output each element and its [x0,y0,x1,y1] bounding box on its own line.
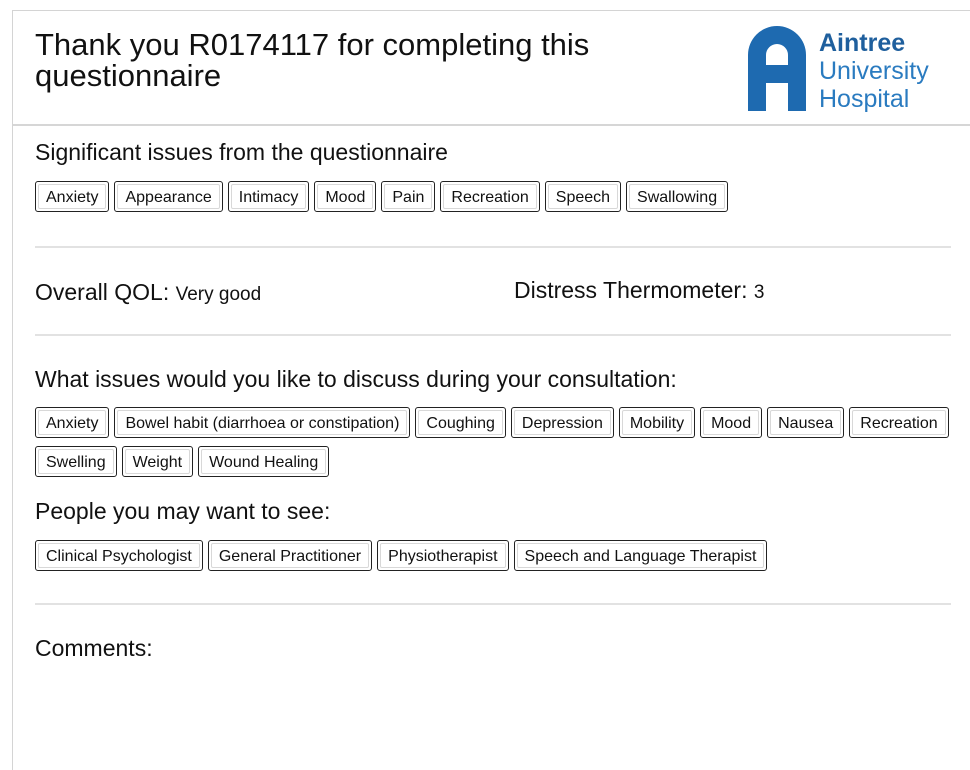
divider [35,246,951,248]
issue-tag: Speech [544,181,622,212]
aintree-logo-icon [748,26,806,111]
divider [35,603,951,605]
issue-tag: Clinical Psychologist [35,540,203,571]
issue-tag: Anxiety [35,407,110,438]
people-tags: Clinical Psychologist General Practitione… [35,540,955,571]
divider [35,334,951,336]
comments-label: Comments: [35,635,153,661]
issue-tag: Coughing [415,407,506,438]
issue-tag: Physiotherapist [377,540,509,571]
summary-header: Thank you R0174117 for completing this q… [13,11,970,126]
issue-tag: Wound Healing [198,446,330,477]
overall-qol-value: Very good [175,284,262,305]
significant-issues-tags: Anxiety Appearance Intimacy Mood Pain Recreat… [35,181,955,212]
issue-tag: Mobility [618,407,696,438]
issue-tag: Depression [510,407,614,438]
issue-tag: Swelling [35,446,117,477]
significant-issues-title: Significant issues from the questionnair… [35,139,448,165]
issue-tag: Bowel habit (diarrhoea or constipation) [114,407,411,438]
issue-tag: Recreation [849,407,949,438]
issue-tag: Anxiety [35,181,110,212]
logo-text: Aintree University Hospital [819,29,929,113]
overall-qol: Overall QOL: Very good [35,279,261,306]
issue-tag: Speech and Language Therapist [513,540,768,571]
issue-tag: Pain [381,181,436,212]
distress-thermometer-value: 3 [753,282,765,303]
issue-tag: Intimacy [227,181,310,212]
distress-thermometer: Distress Thermometer: 3 [514,277,764,304]
logo-line-1: Aintree [819,29,906,57]
distress-thermometer-label: Distress Thermometer: [514,277,748,303]
page-title: Thank you R0174117 for completing this q… [35,27,590,93]
people-title: People you may want to see: [35,498,331,524]
issue-tag: Swallowing [626,181,729,212]
discuss-issues-title: What issues would you like to discuss du… [35,366,677,392]
issue-tag: Mood [314,181,377,212]
discuss-issues-tags: Anxiety Bowel habit (diarrhoea or constip… [35,407,955,477]
issue-tag: General Practitioner [207,540,373,571]
issue-tag: Recreation [440,181,540,212]
hospital-logo: Aintree University Hospital [744,25,959,113]
logo-line-2: University [819,57,929,85]
summary-card: Thank you R0174117 for completing this q… [12,10,970,770]
issue-tag: Mood [700,407,763,438]
issue-tag: Weight [121,446,194,477]
logo-line-3: Hospital [819,85,910,113]
issue-tag: Appearance [114,181,223,212]
overall-qol-label: Overall QOL: [35,279,170,305]
issue-tag: Nausea [767,407,845,438]
